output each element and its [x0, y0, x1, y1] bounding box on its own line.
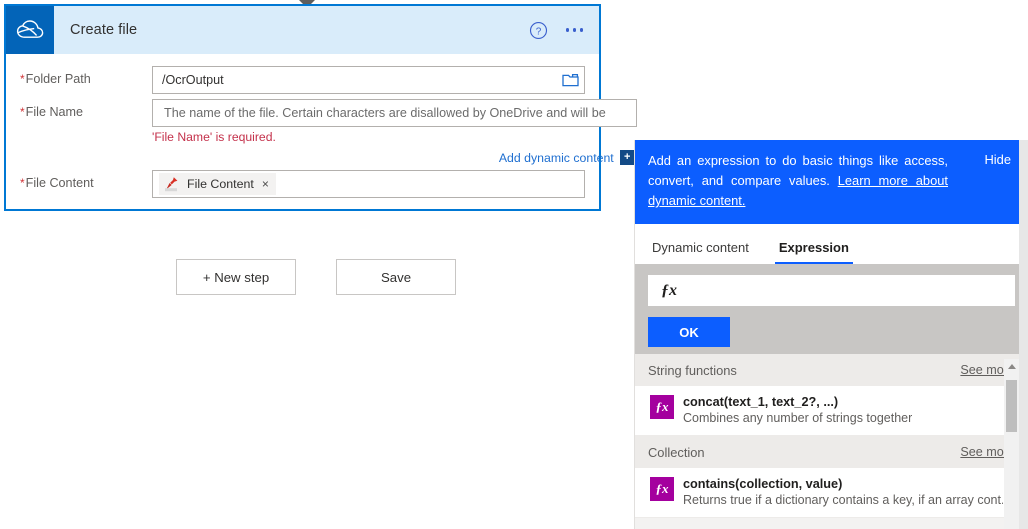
ellipsis-dot: [579, 28, 583, 32]
field-label-text: File Name: [25, 105, 84, 119]
action-card-body: *Folder Path /OcrOutput *File Name The n…: [6, 54, 638, 213]
svg-text:?: ?: [535, 26, 541, 37]
dynamic-content-expression-panel: Add an expression to do basic things lik…: [634, 140, 1028, 529]
panel-banner-text: Add an expression to do basic things lik…: [648, 151, 948, 211]
folder-path-input[interactable]: /OcrOutput: [152, 66, 585, 94]
action-card-create-file[interactable]: Create file ? *Folder Path /OcrOutput *F…: [4, 4, 638, 213]
tab-expression[interactable]: Expression: [774, 240, 854, 264]
field-label-text: File Content: [25, 176, 94, 190]
fx-icon: ƒx: [650, 395, 674, 419]
field-label-file-name: *File Name: [20, 99, 152, 119]
field-label-folder-path: *Folder Path: [20, 66, 152, 86]
scroll-up-arrow-icon[interactable]: [1007, 364, 1016, 369]
ellipsis-dot: [565, 28, 569, 32]
onedrive-cloud-icon: [6, 6, 54, 54]
step-buttons-row: + New step Save: [176, 259, 456, 295]
api-key-pin-icon: [162, 175, 180, 193]
expression-editor-area: ƒx OK: [635, 264, 1028, 354]
action-card-title: Create file: [70, 22, 138, 38]
function-signature: concat(text_1, text_2?, ...): [683, 395, 839, 409]
ellipsis-dot: [572, 28, 576, 32]
expression-input[interactable]: ƒx: [648, 275, 1015, 306]
function-list-item[interactable]: ƒx concat(text_1, text_2?, ...) Combines…: [635, 387, 1028, 436]
expression-area-spacer: [648, 347, 1015, 354]
flow-designer-canvas: Create file ? *Folder Path /OcrOutput *F…: [0, 0, 638, 529]
new-step-button[interactable]: + New step: [176, 259, 296, 295]
function-signature: contains(collection, value): [683, 477, 843, 491]
action-card-header[interactable]: Create file ?: [6, 6, 599, 54]
panel-tabs: Dynamic content Expression: [635, 224, 1028, 264]
function-description: Combines any number of strings together: [683, 411, 913, 425]
field-folder-path: *Folder Path /OcrOutput: [20, 66, 585, 94]
function-list: String functions See more ƒx concat(text…: [635, 354, 1028, 518]
function-list-item[interactable]: ƒx contains(collection, value) Returns t…: [635, 469, 1028, 518]
required-asterisk: *: [20, 176, 25, 190]
token-label: File Content: [187, 177, 254, 191]
token-remove-icon[interactable]: ×: [261, 178, 269, 190]
help-circle-icon[interactable]: ?: [529, 21, 548, 40]
function-group-header-string: String functions See more: [635, 354, 1028, 387]
required-asterisk: *: [20, 72, 25, 86]
save-button[interactable]: Save: [336, 259, 456, 295]
file-content-input[interactable]: File Content ×: [152, 170, 585, 198]
field-file-name: *File Name The name of the file. Certain…: [20, 99, 638, 165]
function-group-title: Collection: [648, 444, 705, 460]
expression-ok-button[interactable]: OK: [648, 317, 730, 347]
folder-picker-icon[interactable]: [556, 67, 584, 93]
field-file-content: *File Content File Content ×: [20, 170, 585, 198]
add-dynamic-content-link[interactable]: Add dynamic content: [499, 151, 614, 165]
file-name-input[interactable]: The name of the file. Certain characters…: [152, 99, 637, 127]
add-dynamic-content-row: Add dynamic content +: [152, 150, 638, 165]
add-dynamic-content-plus-icon[interactable]: +: [619, 150, 635, 165]
required-asterisk: *: [20, 105, 25, 119]
dynamic-content-token[interactable]: File Content ×: [159, 173, 276, 195]
action-card-header-actions: ?: [529, 6, 590, 54]
field-label-text: Folder Path: [25, 72, 91, 86]
function-group-title: String functions: [648, 362, 737, 378]
function-list-scrollbar[interactable]: [1004, 359, 1019, 529]
function-group-header-collection: Collection See more: [635, 436, 1028, 469]
fx-icon: ƒx: [650, 477, 674, 501]
panel-right-edge: [1019, 140, 1028, 529]
tab-dynamic-content[interactable]: Dynamic content: [648, 240, 753, 264]
file-name-error-message: 'File Name' is required.: [152, 130, 276, 144]
scrollbar-thumb[interactable]: [1006, 380, 1017, 432]
field-label-file-content: *File Content: [20, 170, 152, 190]
panel-banner: Add an expression to do basic things lik…: [635, 140, 1028, 224]
hide-panel-link[interactable]: Hide: [984, 152, 1011, 167]
fx-icon: ƒx: [661, 281, 677, 299]
ellipsis-icon[interactable]: [560, 22, 590, 38]
function-description: Returns true if a dictionary contains a …: [683, 493, 1003, 507]
